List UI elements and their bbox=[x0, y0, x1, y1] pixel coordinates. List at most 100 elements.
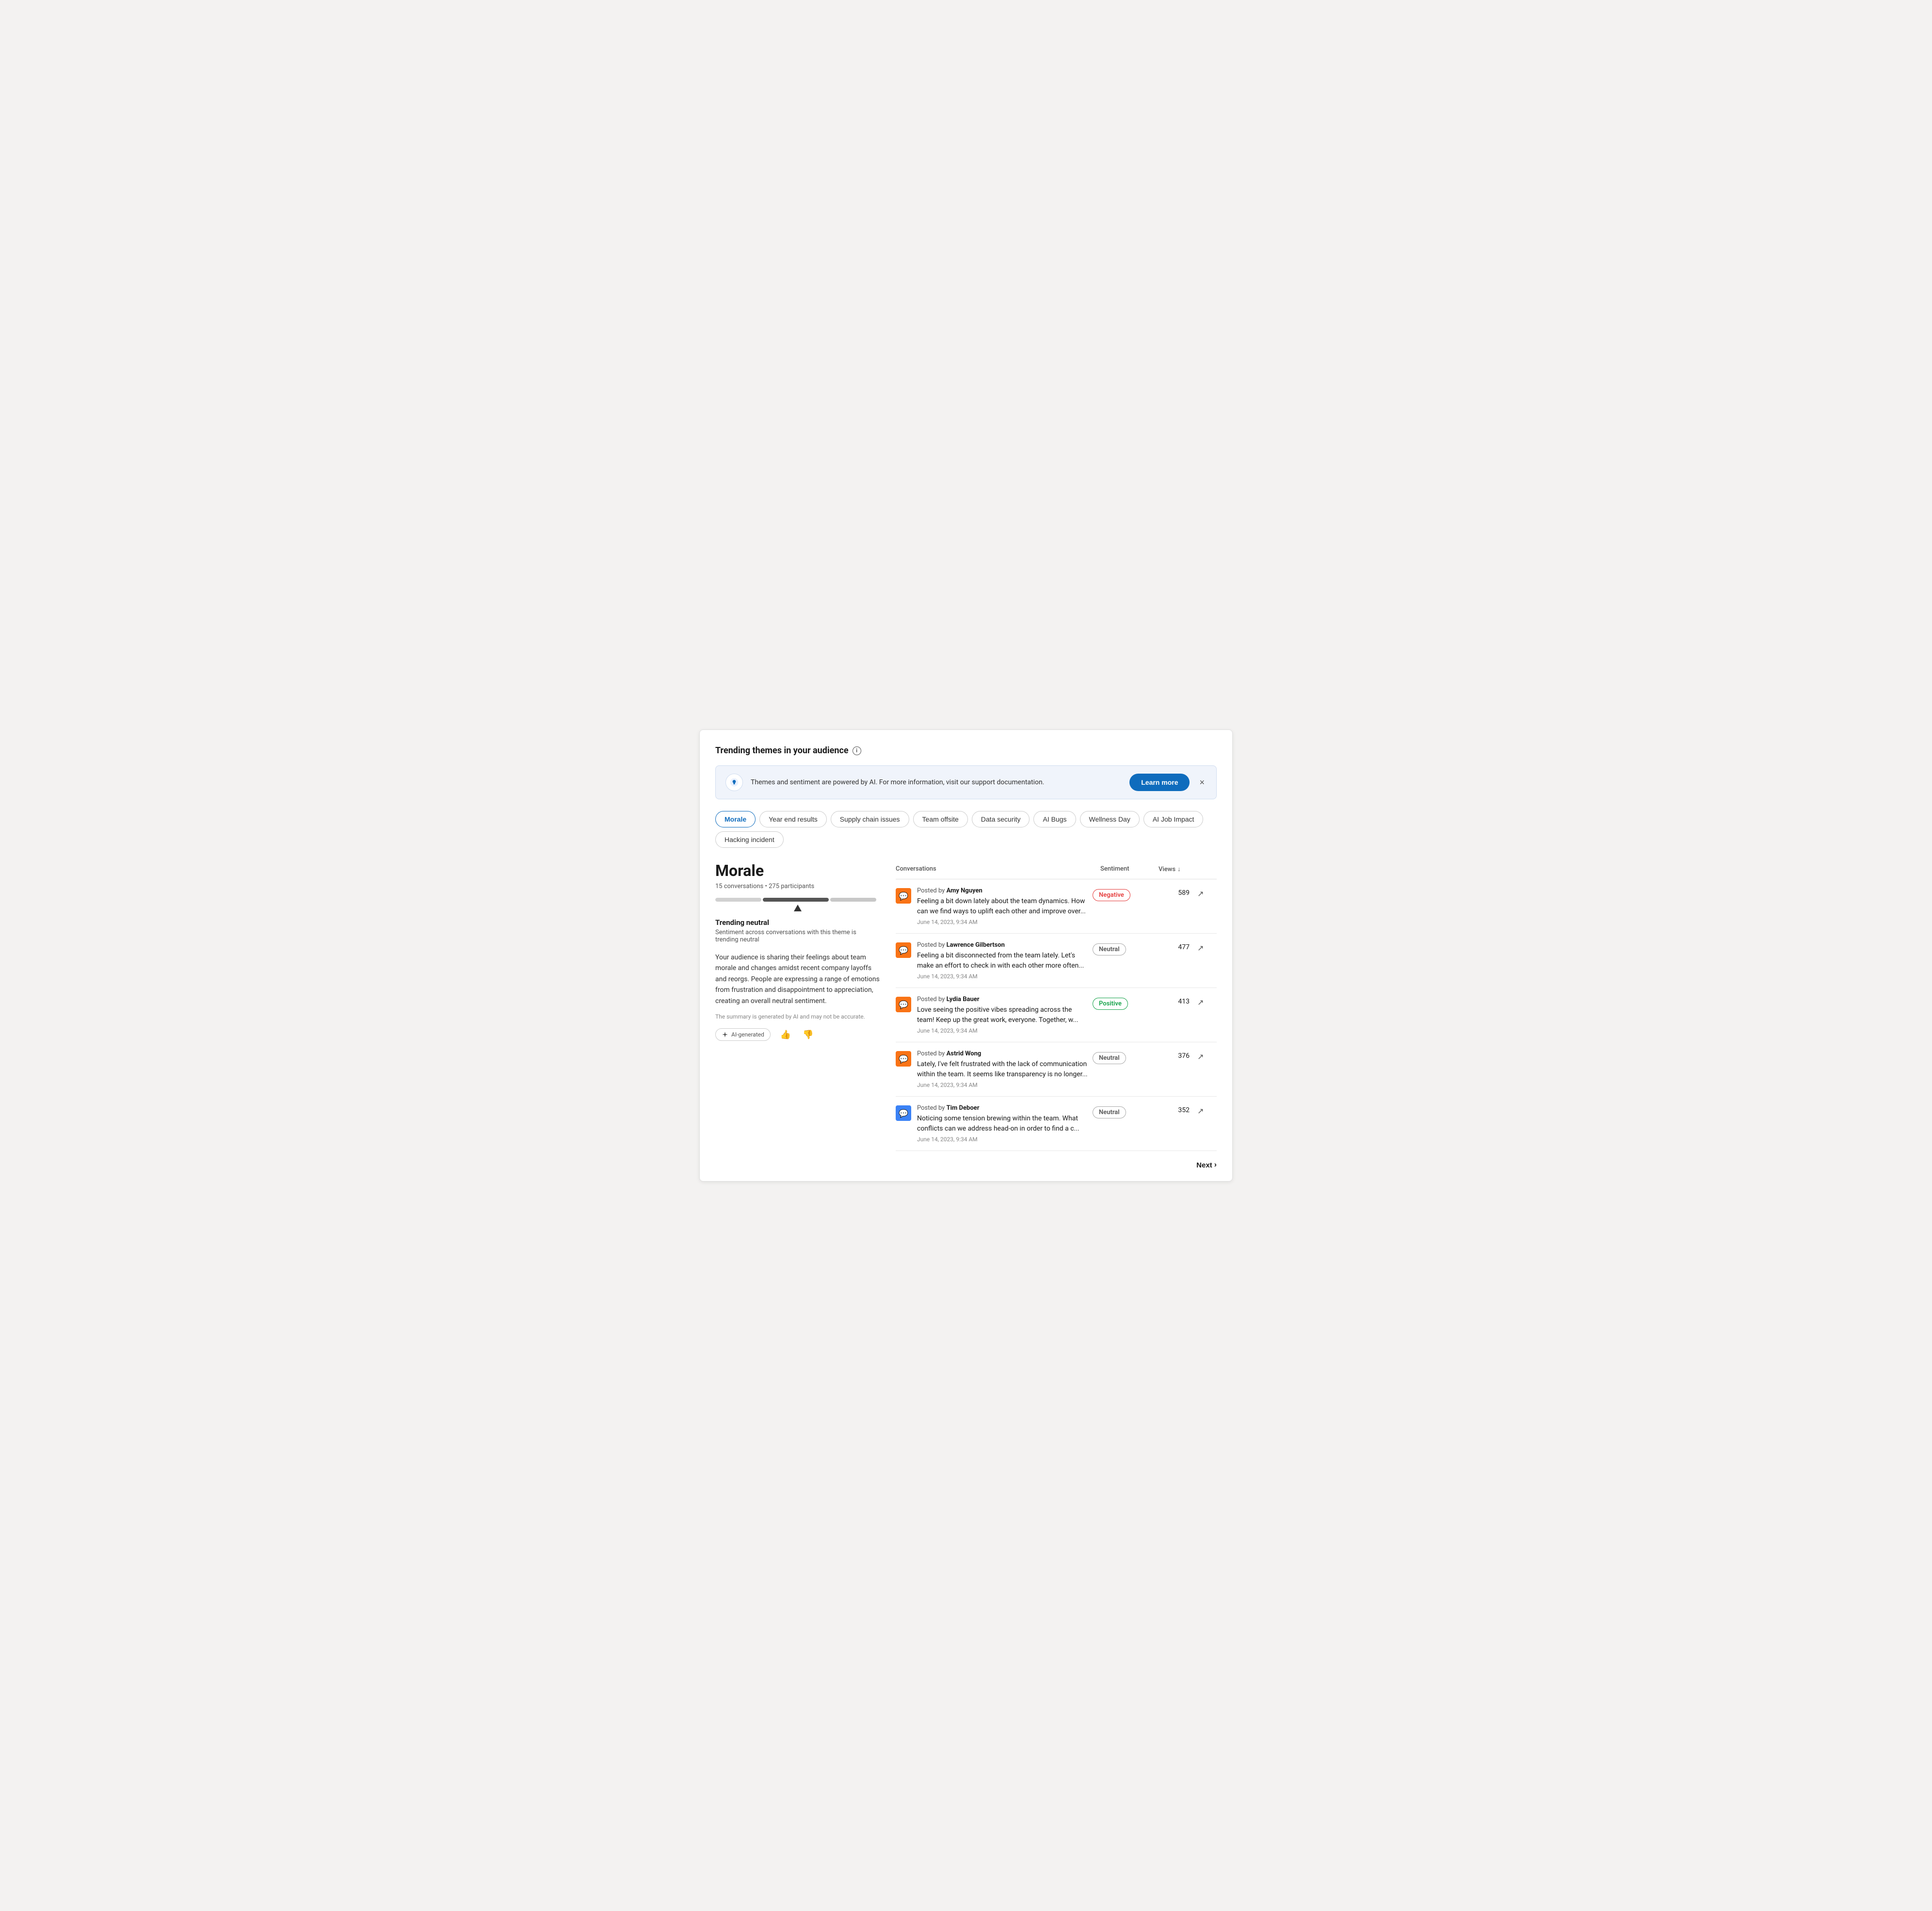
conv-icon-2: 💬 bbox=[896, 997, 911, 1012]
triangle-icon bbox=[794, 905, 802, 911]
theme-tab-year-end-results[interactable]: Year end results bbox=[759, 811, 827, 827]
next-chevron-icon: › bbox=[1214, 1161, 1217, 1169]
theme-name: Morale bbox=[715, 861, 880, 880]
conv-icon-0: 💬 bbox=[896, 888, 911, 904]
page-title: Trending themes in your audience i bbox=[715, 745, 1217, 756]
conv-main-1: 💬 Posted by Lawrence Gilbertson Feeling … bbox=[896, 941, 1089, 980]
theme-tab-wellness-day[interactable]: Wellness Day bbox=[1080, 811, 1140, 827]
conv-views-1: 477 bbox=[1155, 943, 1193, 951]
theme-tab-supply-chain-issues[interactable]: Supply chain issues bbox=[831, 811, 909, 827]
sentiment-badge-2: Positive bbox=[1093, 998, 1128, 1010]
thumbs-up-button[interactable]: 👍 bbox=[778, 1028, 793, 1042]
ai-banner-icon bbox=[725, 774, 743, 791]
theme-tab-data-security[interactable]: Data security bbox=[972, 811, 1030, 827]
chat-icon-0: 💬 bbox=[899, 891, 908, 901]
conv-sentiment-4: Neutral bbox=[1093, 1104, 1151, 1118]
trending-label: Trending neutral bbox=[715, 918, 880, 927]
ai-footer: AI-generated 👍 👎 bbox=[715, 1028, 880, 1042]
col-header-views: Views ↓ bbox=[1159, 865, 1197, 873]
conv-content-4: Posted by Tim Deboer Noticing some tensi… bbox=[917, 1104, 1089, 1143]
conv-date-3: June 14, 2023, 9:34 AM bbox=[917, 1082, 1089, 1088]
conv-sentiment-1: Neutral bbox=[1093, 941, 1151, 956]
theme-tab-team-offsite[interactable]: Team offsite bbox=[913, 811, 968, 827]
theme-tab-morale[interactable]: Morale bbox=[715, 811, 756, 827]
ai-disclaimer: The summary is generated by AI and may n… bbox=[715, 1013, 880, 1020]
sentiment-badge-4: Neutral bbox=[1093, 1106, 1126, 1118]
bar-negative bbox=[715, 898, 761, 902]
chat-icon-1: 💬 bbox=[899, 946, 908, 955]
conv-text-1: Feeling a bit disconnected from the team… bbox=[917, 951, 1089, 971]
bar-positive bbox=[830, 898, 876, 902]
banner-close-button[interactable]: × bbox=[1197, 776, 1207, 790]
trend-icon-3[interactable]: ↗ bbox=[1197, 1052, 1217, 1061]
table-row: 💬 Posted by Amy Nguyen Feeling a bit dow… bbox=[896, 879, 1217, 934]
theme-tab-hacking-incident[interactable]: Hacking incident bbox=[715, 831, 784, 848]
conv-text-0: Feeling a bit down lately about the team… bbox=[917, 896, 1089, 917]
ai-generated-label: AI-generated bbox=[715, 1028, 771, 1041]
left-panel: Morale 15 conversations • 275 participan… bbox=[715, 861, 880, 1169]
page-title-text: Trending themes in your audience bbox=[715, 745, 849, 756]
bar-neutral bbox=[763, 898, 829, 902]
sort-down-icon[interactable]: ↓ bbox=[1177, 865, 1181, 873]
trend-icon-1[interactable]: ↗ bbox=[1197, 943, 1217, 953]
themes-tabs: MoraleYear end resultsSupply chain issue… bbox=[715, 811, 1217, 848]
conv-icon-3: 💬 bbox=[896, 1051, 911, 1067]
conv-views-4: 352 bbox=[1155, 1106, 1193, 1114]
conversations-header: Conversations Sentiment Views ↓ bbox=[896, 861, 1217, 879]
conv-text-2: Love seeing the positive vibes spreading… bbox=[917, 1005, 1089, 1025]
thumbs-down-button[interactable]: 👎 bbox=[801, 1028, 815, 1042]
conv-icon-1: 💬 bbox=[896, 942, 911, 958]
conv-date-4: June 14, 2023, 9:34 AM bbox=[917, 1136, 1089, 1143]
trend-icon-2[interactable]: ↗ bbox=[1197, 998, 1217, 1007]
conversations-list: 💬 Posted by Amy Nguyen Feeling a bit dow… bbox=[896, 879, 1217, 1151]
conv-author-1: Posted by Lawrence Gilbertson bbox=[917, 941, 1089, 949]
conv-date-0: June 14, 2023, 9:34 AM bbox=[917, 919, 1089, 925]
conv-content-2: Posted by Lydia Bauer Love seeing the po… bbox=[917, 996, 1089, 1034]
conv-main-3: 💬 Posted by Astrid Wong Lately, I've fel… bbox=[896, 1050, 1089, 1088]
content-area: Morale 15 conversations • 275 participan… bbox=[715, 861, 1217, 1169]
conv-content-1: Posted by Lawrence Gilbertson Feeling a … bbox=[917, 941, 1089, 980]
sparkle-icon bbox=[722, 1031, 728, 1038]
table-row: 💬 Posted by Lawrence Gilbertson Feeling … bbox=[896, 934, 1217, 988]
conv-main-4: 💬 Posted by Tim Deboer Noticing some ten… bbox=[896, 1104, 1089, 1143]
conv-date-2: June 14, 2023, 9:34 AM bbox=[917, 1027, 1089, 1034]
conv-date-1: June 14, 2023, 9:34 AM bbox=[917, 973, 1089, 980]
sentiment-bar bbox=[715, 898, 880, 902]
conv-main-2: 💬 Posted by Lydia Bauer Love seeing the … bbox=[896, 996, 1089, 1034]
table-row: 💬 Posted by Astrid Wong Lately, I've fel… bbox=[896, 1042, 1217, 1097]
sentiment-indicator bbox=[715, 905, 880, 911]
conv-author-2: Posted by Lydia Bauer bbox=[917, 996, 1089, 1003]
table-row: 💬 Posted by Lydia Bauer Love seeing the … bbox=[896, 988, 1217, 1042]
conv-views-3: 376 bbox=[1155, 1052, 1193, 1060]
trend-icon-0[interactable]: ↗ bbox=[1197, 889, 1217, 898]
ai-banner-text: Themes and sentiment are powered by AI. … bbox=[751, 778, 1122, 786]
conv-text-4: Noticing some tension brewing within the… bbox=[917, 1114, 1089, 1134]
conv-text-3: Lately, I've felt frustrated with the la… bbox=[917, 1059, 1089, 1080]
lightbulb-icon bbox=[729, 777, 739, 787]
col-header-sentiment: Sentiment bbox=[1100, 865, 1159, 873]
conv-sentiment-0: Negative bbox=[1093, 887, 1151, 901]
info-icon[interactable]: i bbox=[853, 746, 861, 755]
col-header-conversations: Conversations bbox=[896, 865, 1100, 873]
main-container: Trending themes in your audience i Theme… bbox=[699, 729, 1233, 1182]
trending-sub: Sentiment across conversations with this… bbox=[715, 929, 880, 943]
learn-more-button[interactable]: Learn more bbox=[1129, 774, 1190, 791]
next-button[interactable]: Next › bbox=[1196, 1161, 1217, 1169]
sentiment-badge-3: Neutral bbox=[1093, 1052, 1126, 1064]
chat-icon-4: 💬 bbox=[899, 1109, 908, 1118]
chat-icon-2: 💬 bbox=[899, 1000, 908, 1009]
trend-icon-4[interactable]: ↗ bbox=[1197, 1106, 1217, 1116]
col-header-action bbox=[1197, 865, 1217, 873]
conv-author-3: Posted by Astrid Wong bbox=[917, 1050, 1089, 1057]
conv-views-2: 413 bbox=[1155, 998, 1193, 1005]
conv-sentiment-2: Positive bbox=[1093, 996, 1151, 1010]
conv-main-0: 💬 Posted by Amy Nguyen Feeling a bit dow… bbox=[896, 887, 1089, 925]
ai-banner: Themes and sentiment are powered by AI. … bbox=[715, 765, 1217, 799]
conv-sentiment-3: Neutral bbox=[1093, 1050, 1151, 1064]
theme-tab-ai-bugs[interactable]: AI Bugs bbox=[1033, 811, 1076, 827]
table-row: 💬 Posted by Tim Deboer Noticing some ten… bbox=[896, 1097, 1217, 1151]
sentiment-badge-1: Neutral bbox=[1093, 943, 1126, 956]
conv-content-0: Posted by Amy Nguyen Feeling a bit down … bbox=[917, 887, 1089, 925]
theme-tab-ai-job-impact[interactable]: AI Job Impact bbox=[1143, 811, 1204, 827]
chat-icon-3: 💬 bbox=[899, 1054, 908, 1064]
